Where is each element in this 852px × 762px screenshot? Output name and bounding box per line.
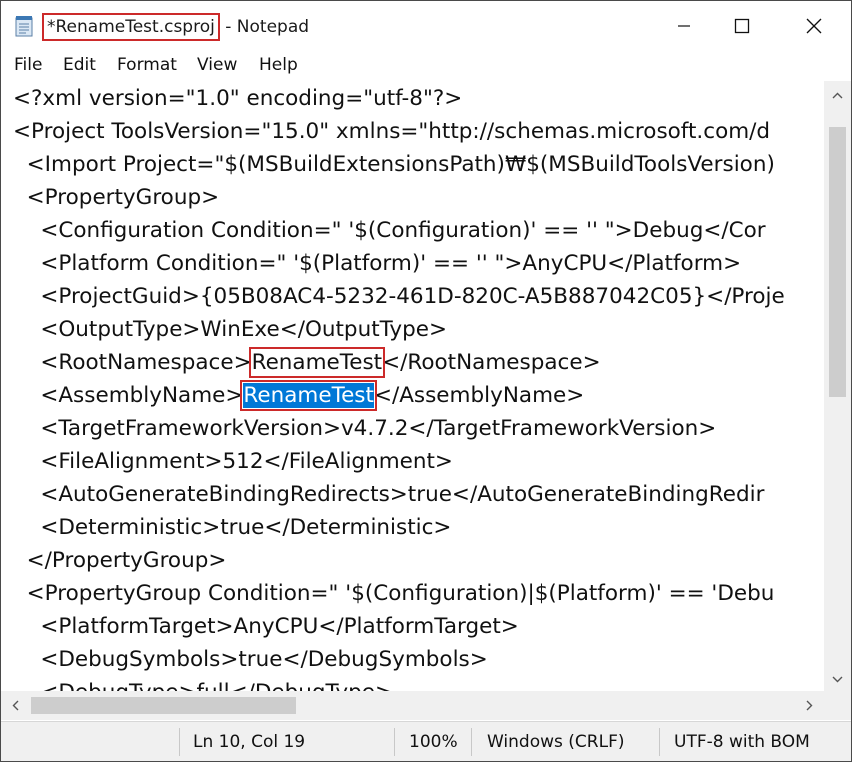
code-line: </PropertyGroup> — [13, 548, 227, 573]
status-zoom: 100% — [409, 732, 458, 752]
status-cursor-position: Ln 10, Col 19 — [193, 732, 306, 752]
horizontal-scroll-thumb[interactable] — [31, 697, 296, 714]
code-line: <TargetFrameworkVersion>v4.7.2</TargetFr… — [13, 416, 717, 441]
scroll-left-icon[interactable] — [7, 697, 24, 714]
menu-view[interactable]: View — [197, 54, 237, 76]
minimize-button[interactable] — [661, 1, 707, 51]
code-line: <AutoGenerateBindingRedirects>true</Auto… — [13, 482, 765, 507]
horizontal-scrollbar[interactable] — [1, 691, 824, 720]
status-divider — [471, 728, 472, 756]
menu-format[interactable]: Format — [117, 54, 177, 76]
code-line: <PropertyGroup> — [13, 185, 220, 210]
status-bar: Ln 10, Col 19 100% Windows (CRLF) UTF-8 … — [1, 721, 851, 761]
minimize-icon — [678, 25, 690, 27]
maximize-button[interactable] — [719, 1, 765, 51]
window-title: *RenameTest.csproj - Notepad — [42, 13, 310, 41]
root-namespace-value: RenameTest — [248, 347, 386, 378]
menu-help[interactable]: Help — [259, 54, 298, 76]
code-line: <Project ToolsVersion="15.0" xmlns="http… — [13, 119, 771, 144]
assembly-name-close-tag: </AssemblyName> — [373, 383, 585, 408]
code-line-root-namespace: <RootNamespace>RenameTest</RootNamespace… — [13, 346, 601, 379]
status-divider — [179, 728, 180, 756]
text-editor[interactable]: <?xml version="1.0" encoding="utf-8"?> <… — [1, 81, 824, 691]
title-app-name: - Notepad — [219, 17, 310, 37]
notepad-icon — [15, 16, 33, 37]
assembly-name-selected-value[interactable]: RenameTest — [240, 380, 377, 411]
close-button[interactable] — [791, 1, 837, 51]
scrollbar-corner — [824, 691, 851, 720]
notepad-window: *RenameTest.csproj - Notepad File Edit F… — [0, 0, 852, 762]
assembly-name-open-tag: <AssemblyName> — [13, 383, 244, 408]
title-bar[interactable]: *RenameTest.csproj - Notepad — [1, 1, 851, 51]
menu-edit[interactable]: Edit — [63, 54, 96, 76]
code-line: <Platform Condition=" '$(Platform)' == '… — [13, 251, 742, 276]
maximize-icon — [734, 18, 750, 34]
code-line: <FileAlignment>512</FileAlignment> — [13, 449, 453, 474]
code-line-assembly-name: <AssemblyName>RenameTest</AssemblyName> — [13, 379, 584, 412]
code-line: <PropertyGroup Condition=" '$(Configurat… — [13, 581, 775, 606]
code-line: <OutputType>WinExe</OutputType> — [13, 317, 448, 342]
scroll-up-icon[interactable] — [829, 87, 846, 104]
status-encoding: UTF-8 with BOM — [674, 732, 810, 752]
code-line: <PlatformTarget>AnyCPU</PlatformTarget> — [13, 614, 519, 639]
code-line: <Configuration Condition=" '$(Configurat… — [13, 218, 766, 243]
status-divider — [394, 728, 395, 756]
root-namespace-open-tag: <RootNamespace> — [13, 350, 252, 375]
code-line: <Import Project="$(MSBuildExtensionsPath… — [13, 152, 775, 177]
menu-file[interactable]: File — [14, 54, 42, 76]
scroll-right-icon[interactable] — [801, 697, 818, 714]
code-line: <Deterministic>true</Deterministic> — [13, 515, 452, 540]
code-line: <DebugType>full</DebugType> — [13, 676, 393, 691]
code-line: <?xml version="1.0" encoding="utf-8"?> — [13, 86, 463, 111]
title-filename: *RenameTest.csproj — [42, 13, 220, 41]
code-line: <ProjectGuid>{05B08AC4-5232-461D-820C-A5… — [13, 284, 785, 309]
close-icon — [806, 18, 822, 34]
menu-bar: File Edit Format View Help — [1, 51, 851, 79]
scroll-down-icon[interactable] — [829, 671, 846, 688]
vertical-scroll-thumb[interactable] — [829, 127, 846, 397]
code-line: <DebugSymbols>true</DebugSymbols> — [13, 647, 488, 672]
status-line-ending: Windows (CRLF) — [487, 732, 625, 752]
root-namespace-close-tag: </RootNamespace> — [382, 350, 601, 375]
vertical-scrollbar[interactable] — [824, 81, 851, 691]
status-divider — [659, 728, 660, 756]
